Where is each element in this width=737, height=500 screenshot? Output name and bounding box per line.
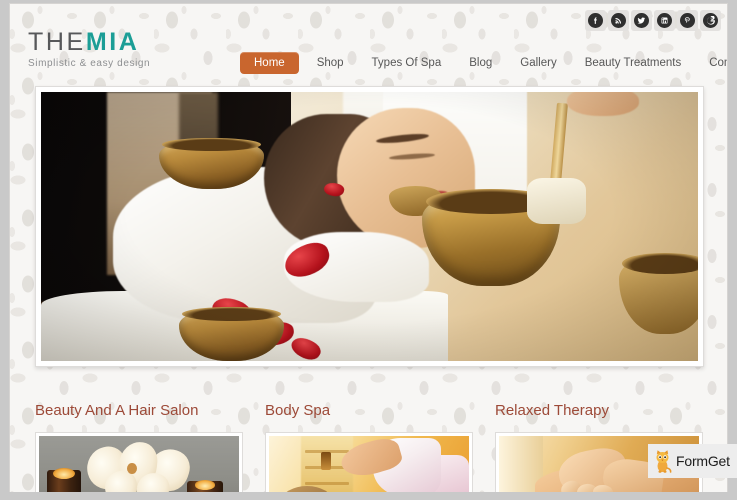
- social-links-bar: [585, 10, 721, 31]
- social-link-google[interactable]: [700, 10, 721, 31]
- logo-the-text: THE: [28, 28, 86, 56]
- services-section: Beauty And A Hair Salon Body Spa Relaxed…: [35, 402, 704, 492]
- service-card-beauty-and-a-hair-salon[interactable]: Beauty And A Hair Salon: [35, 402, 243, 492]
- service-thumbnail[interactable]: [35, 432, 243, 492]
- social-link-pinterest[interactable]: [677, 10, 698, 31]
- main-navigation: Home Shop Types Of Spa Blog Gallery Beau…: [240, 52, 727, 74]
- linkedin-icon: [657, 13, 672, 28]
- nav-item-gallery[interactable]: Gallery: [506, 52, 570, 74]
- formget-watermark: FormGet: [648, 444, 737, 478]
- service-card-body-spa[interactable]: Body Spa: [265, 402, 473, 492]
- nav-item-home[interactable]: Home: [240, 52, 299, 74]
- nav-item-contact-us[interactable]: Contact Us: [695, 52, 727, 74]
- logo-wordmark: THEMIA: [28, 30, 150, 55]
- social-link-facebook[interactable]: [585, 10, 606, 31]
- rss-icon: [611, 13, 626, 28]
- service-thumbnail[interactable]: [265, 432, 473, 492]
- service-title: Body Spa: [265, 402, 331, 419]
- nav-item-beauty-treatments[interactable]: Beauty Treatments: [571, 52, 696, 74]
- bottom-gray-band: [0, 492, 737, 500]
- social-link-twitter[interactable]: [631, 10, 652, 31]
- social-link-linkedin[interactable]: [654, 10, 675, 31]
- service-title: Beauty And A Hair Salon: [35, 402, 199, 419]
- facebook-icon: [588, 13, 603, 28]
- screenshot-root: THEMIA Simplistic & easy design Home Sho…: [0, 0, 737, 500]
- site-logo[interactable]: THEMIA Simplistic & easy design: [28, 30, 151, 70]
- nav-item-types-of-spa[interactable]: Types Of Spa: [358, 52, 456, 74]
- formget-label: FormGet: [676, 453, 730, 469]
- nav-item-shop[interactable]: Shop: [303, 52, 358, 74]
- logo-mia-text: MIA: [85, 28, 140, 56]
- pinterest-icon: [680, 13, 695, 28]
- service-image-candles-orchids: [39, 436, 239, 492]
- website-canvas: THEMIA Simplistic & easy design Home Sho…: [9, 3, 728, 492]
- formget-mascot-icon: [653, 449, 672, 473]
- logo-tagline: Simplistic & easy design: [28, 58, 151, 69]
- google-plus-icon: [703, 13, 718, 28]
- service-image-body-spa: [269, 436, 469, 492]
- social-link-rss[interactable]: [608, 10, 629, 31]
- hero-image: [41, 92, 698, 361]
- service-title: Relaxed Therapy: [495, 402, 609, 419]
- hero-slider[interactable]: [35, 86, 704, 367]
- nav-item-blog[interactable]: Blog: [455, 52, 506, 74]
- twitter-icon: [634, 13, 649, 28]
